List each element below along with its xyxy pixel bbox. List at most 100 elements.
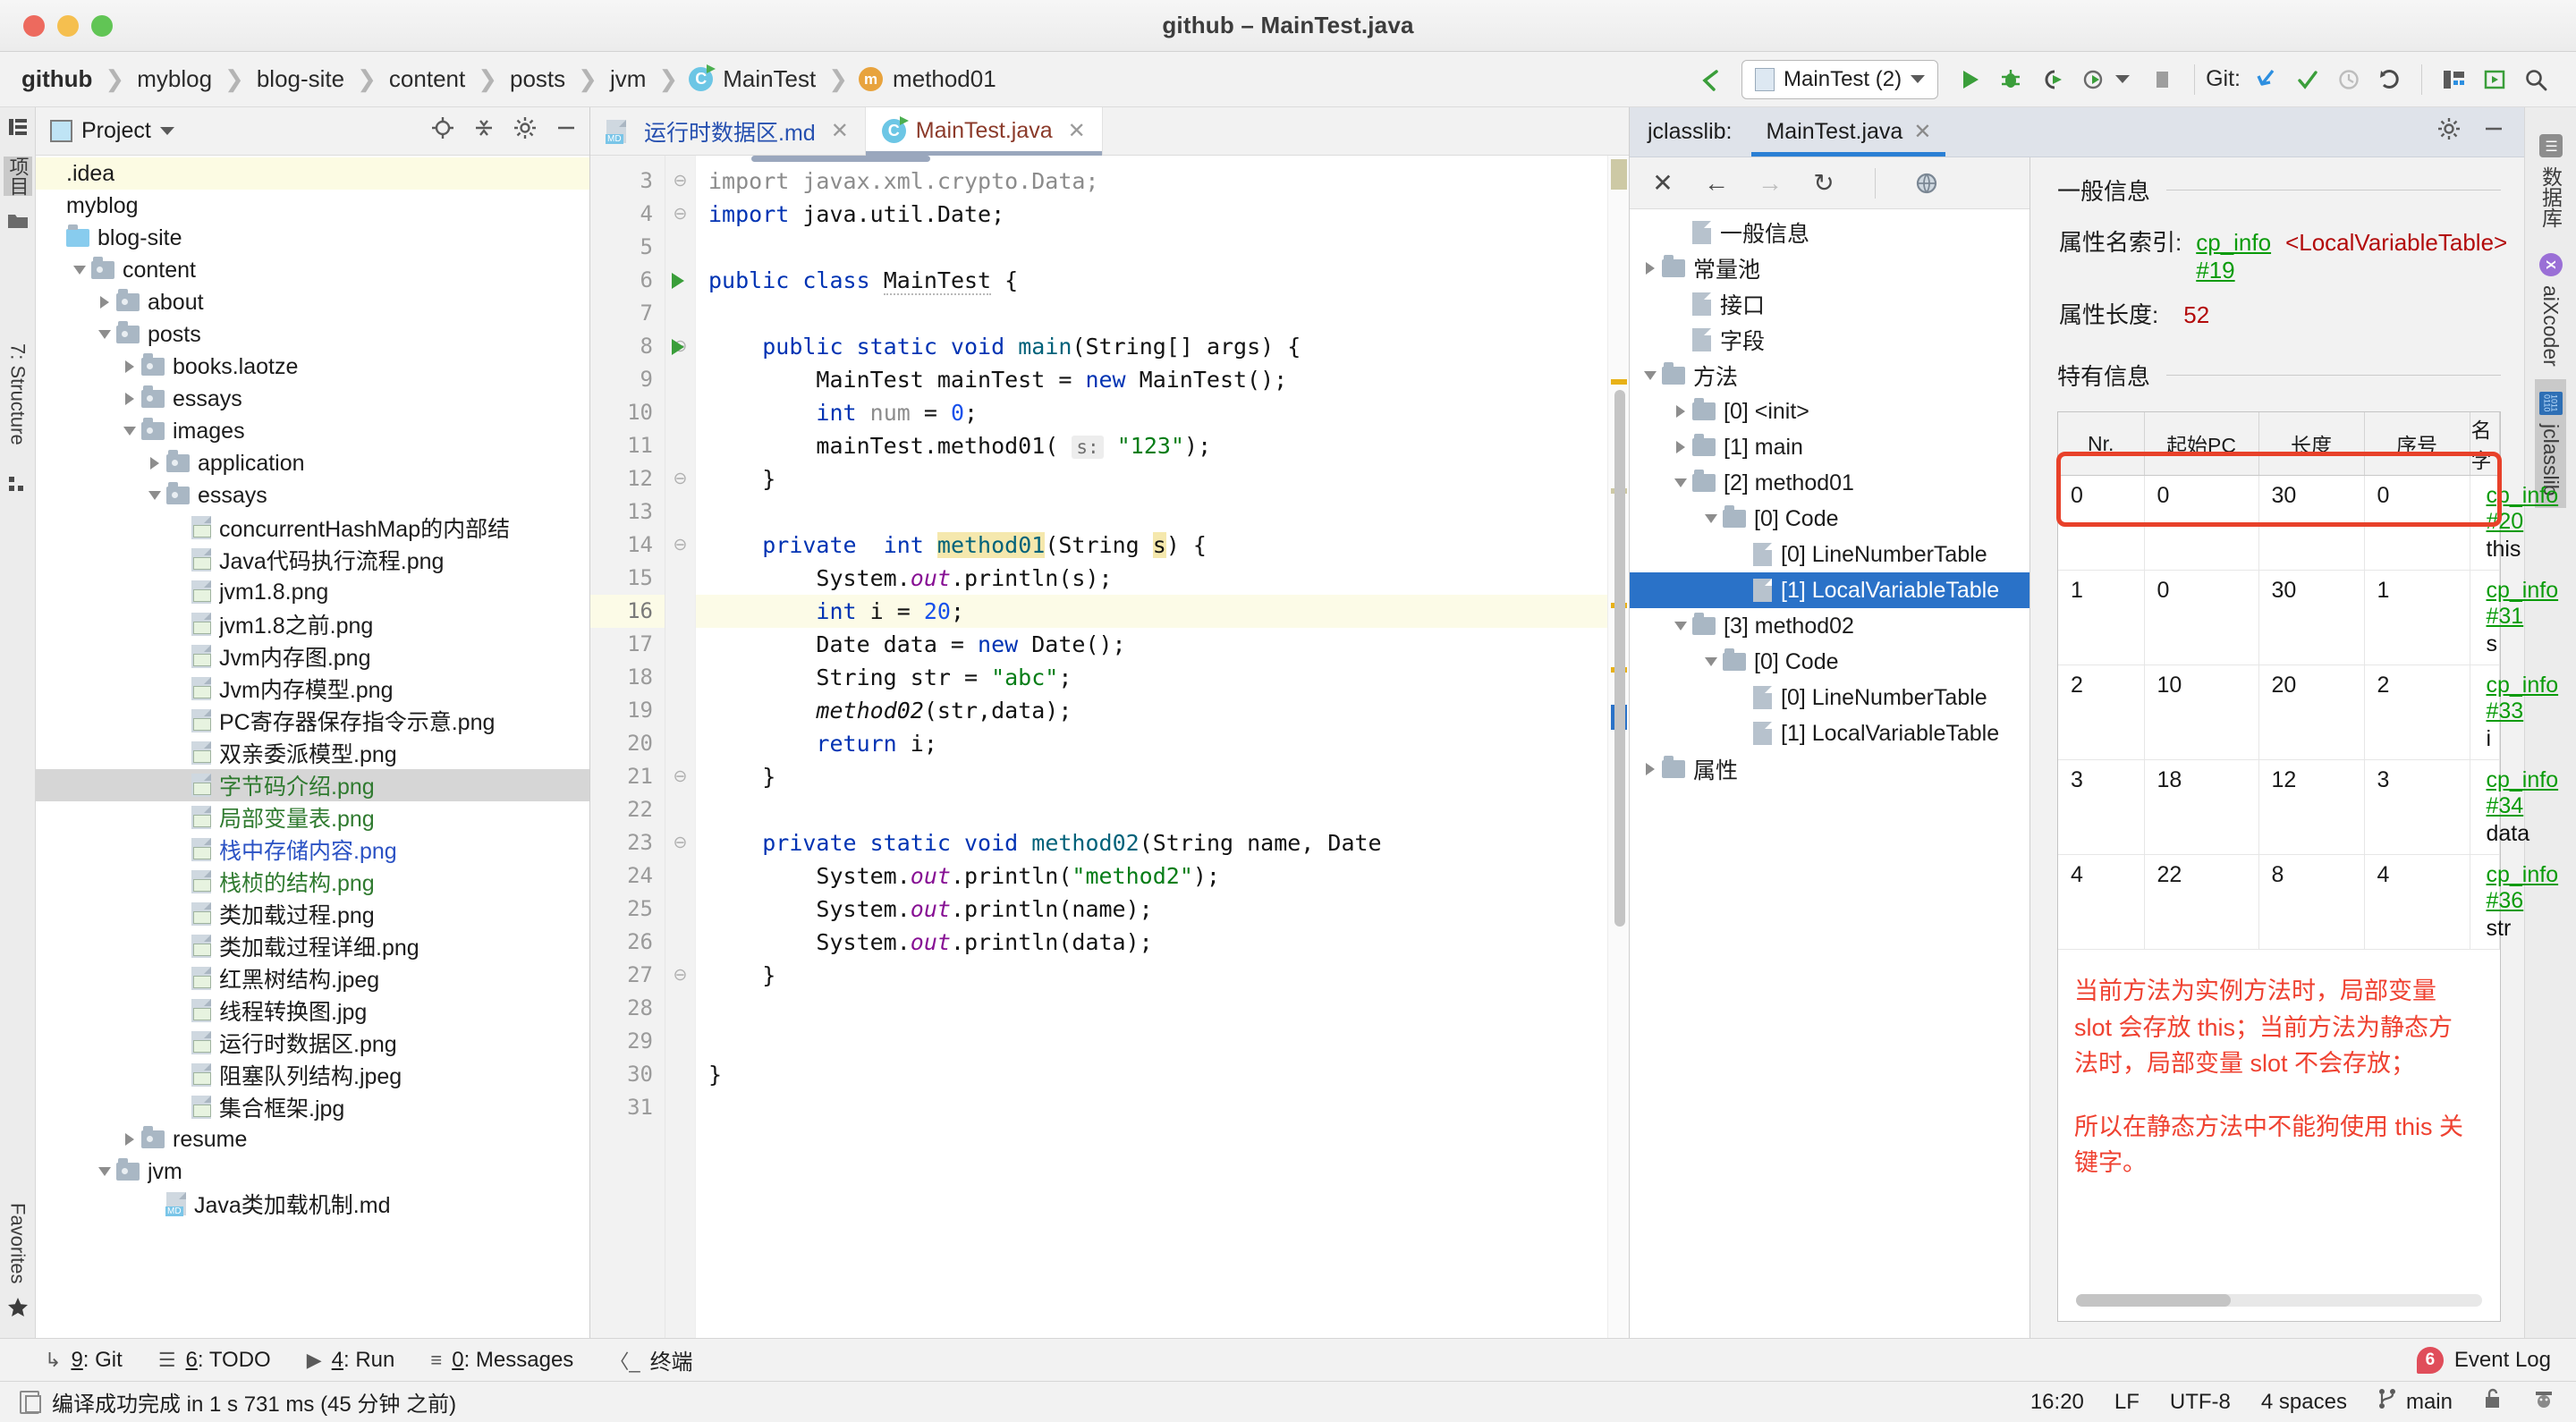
editor-tab-bar[interactable]: 运行时数据区.md ✕ CMainTest.java ✕ (590, 107, 1629, 156)
stop-icon[interactable] (2142, 59, 2183, 100)
line-number[interactable]: 24 (590, 859, 665, 893)
breadcrumb-item-blog-site[interactable]: blog-site (255, 65, 346, 93)
line-number[interactable]: 14 (590, 529, 665, 562)
project-tree-item[interactable]: 红黑树结构.jpeg (36, 962, 589, 995)
breadcrumb-item-method[interactable]: m method01 (859, 65, 998, 93)
line-number[interactable]: 15 (590, 562, 665, 595)
editor-tab[interactable]: 运行时数据区.md ✕ (590, 107, 866, 155)
chevron-right-icon[interactable] (1669, 441, 1692, 453)
code-line[interactable]: public static void main(String[] args) { (708, 330, 1629, 363)
table-body[interactable]: 0 0 30 0 cp_info #20 this 1 0 30 1 cp_info #31 s 2 10… (2058, 475, 2558, 950)
line-number[interactable]: 16 (590, 595, 665, 628)
code-line[interactable]: Date data = new Date(); (708, 628, 1629, 661)
code-line[interactable] (708, 495, 1629, 529)
jclasslib-tree-item[interactable]: [1] LocalVariableTable (1630, 572, 2029, 608)
inspector-icon[interactable] (2533, 1388, 2555, 1416)
code-line[interactable]: } (708, 959, 1629, 992)
chevron-right-icon[interactable] (118, 393, 141, 405)
chevron-down-icon[interactable] (1639, 371, 1662, 380)
project-tree-item[interactable]: Jvm内存图.png (36, 640, 589, 673)
project-tree-item[interactable]: 字节码介绍.png (36, 769, 589, 801)
line-number[interactable]: 12 (590, 462, 665, 495)
project-tree-item[interactable]: blog-site (36, 222, 589, 254)
line-number[interactable]: 30 (590, 1058, 665, 1091)
tool-button-git[interactable]: ↳ 9: Git (45, 1348, 123, 1373)
table-row[interactable]: 1 0 30 1 cp_info #31 s (2058, 570, 2558, 665)
breadcrumb-item-myblog[interactable]: myblog (135, 65, 214, 93)
project-tree-item[interactable]: concurrentHashMap的内部结 (36, 512, 589, 544)
project-tree-item[interactable]: 阻塞队列结构.jpeg (36, 1059, 589, 1091)
code-line[interactable]: return i; (708, 727, 1629, 760)
code-line[interactable]: method02(str,data); (708, 694, 1629, 727)
jclasslib-tree-item[interactable]: [1] LocalVariableTable (1630, 715, 2029, 751)
project-tree-item[interactable]: Jvm内存模型.png (36, 673, 589, 705)
jclasslib-tree-item[interactable]: [2] method01 (1630, 465, 2029, 501)
jclasslib-tree-item[interactable]: [0] LineNumberTable (1630, 537, 2029, 572)
breadcrumb-item-posts[interactable]: posts (508, 65, 567, 93)
jclasslib-tree-item[interactable]: 字段 (1630, 322, 2029, 358)
code-folding-column[interactable]: ⊖ ⊖ ⊖ ⊖ ⊖ ⊖ ⊖ ⊖ (665, 156, 696, 1338)
run-gutter-icon[interactable] (672, 339, 684, 355)
breadcrumb-item-jvm[interactable]: jvm (608, 65, 648, 93)
project-tree-item[interactable]: 运行时数据区.png (36, 1027, 589, 1059)
line-number[interactable]: 17 (590, 628, 665, 661)
jclasslib-tree-item[interactable]: [0] Code (1630, 501, 2029, 537)
chevron-down-icon[interactable] (93, 1167, 116, 1176)
chevron-down-icon[interactable] (1699, 657, 1723, 666)
project-tree-item[interactable]: essays (36, 479, 589, 512)
chevron-down-icon[interactable] (143, 491, 166, 500)
sidebar-tab-project[interactable]: 项目 (3, 157, 32, 196)
jclasslib-tree-item[interactable]: [0] Code (1630, 644, 2029, 680)
project-tree-item[interactable]: 栈中存储内容.png (36, 834, 589, 866)
project-tree-item[interactable]: .idea (36, 157, 589, 190)
project-tree-item[interactable]: posts (36, 318, 589, 351)
line-number-gutter[interactable]: 3 4 5 6 7 8 9 10 11 12 13 14 15 16 17 18 19 20 21 22 23 24 25 2… (590, 156, 684, 1338)
jclasslib-tree[interactable]: 一般信息 常量池 接口 字段 方法 [0] <init> [1] main [2] metho… (1630, 209, 2029, 1338)
jclasslib-tree-item[interactable]: [0] <init> (1630, 394, 2029, 429)
code-line[interactable] (708, 231, 1629, 264)
chevron-down-icon[interactable] (118, 427, 141, 436)
copy-icon[interactable] (20, 1390, 41, 1414)
profile-icon[interactable] (2072, 59, 2114, 100)
line-number[interactable]: 5 (590, 231, 665, 264)
chevron-down-icon[interactable] (1669, 622, 1692, 631)
line-number[interactable]: 23 (590, 826, 665, 859)
tool-button-run[interactable]: ▶ 4: Run (307, 1348, 395, 1373)
preview-icon[interactable] (2474, 59, 2515, 100)
code-line[interactable]: int i = 20; (696, 595, 1629, 628)
commit-icon[interactable] (2287, 59, 2328, 100)
project-tree-item[interactable]: application (36, 447, 589, 479)
code-line[interactable] (708, 992, 1629, 1025)
project-tree-item[interactable]: 集合框架.jpg (36, 1091, 589, 1123)
line-number[interactable]: 19 (590, 694, 665, 727)
code-line[interactable]: MainTest mainTest = new MainTest(); (708, 363, 1629, 396)
table-row[interactable]: 4 22 8 4 cp_info #36 str (2058, 854, 2558, 950)
chevron-right-icon[interactable] (1639, 763, 1662, 775)
code-line[interactable]: System.out.println(s); (708, 562, 1629, 595)
breadcrumb-item-content[interactable]: content (387, 65, 467, 93)
table-column-header[interactable]: Nr. (2058, 412, 2145, 476)
line-number[interactable]: 6 (590, 264, 684, 297)
chevron-down-icon[interactable] (1699, 514, 1723, 523)
code-fold-toggle[interactable]: ⊖ (665, 165, 695, 198)
code-line[interactable]: System.out.println(name); (708, 893, 1629, 926)
code-line[interactable]: int num = 0; (708, 396, 1629, 429)
line-number[interactable]: 29 (590, 1025, 665, 1058)
project-tree-item[interactable]: images (36, 415, 589, 447)
code-line[interactable]: import java.util.Date; (708, 198, 1629, 231)
line-number[interactable]: 7 (590, 297, 665, 330)
line-number[interactable]: 13 (590, 495, 665, 529)
project-tree-item[interactable]: about (36, 286, 589, 318)
line-number[interactable]: 27 (590, 959, 665, 992)
chevron-down-icon[interactable] (159, 127, 174, 135)
breadcrumb-item-github[interactable]: github (20, 65, 94, 93)
tool-button-messages[interactable]: ≡ 0: Messages (430, 1348, 573, 1373)
line-number[interactable]: 20 (590, 727, 665, 760)
line-number[interactable]: 11 (590, 429, 665, 462)
jclasslib-tree-item[interactable]: [3] method02 (1630, 608, 2029, 644)
chevron-down-icon[interactable] (68, 266, 91, 275)
jclasslib-tab-maintest[interactable]: MainTest.java ✕ (1751, 107, 1946, 157)
code-content[interactable]: import javax.xml.crypto.Data; import java… (696, 156, 1629, 1338)
close-icon[interactable]: ✕ (1913, 119, 1931, 145)
chevron-down-icon[interactable] (1669, 478, 1692, 487)
